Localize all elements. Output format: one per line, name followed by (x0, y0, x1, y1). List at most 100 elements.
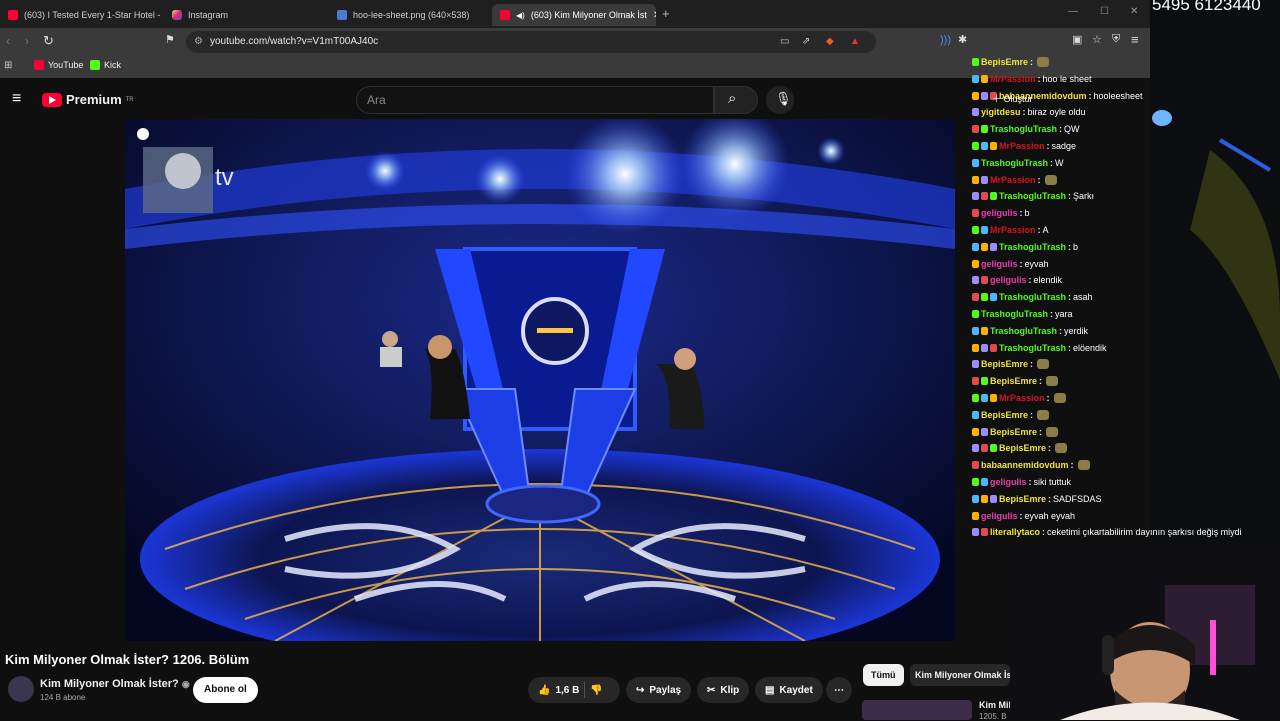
cast-icon[interactable]: ▭ (780, 31, 789, 53)
chat-message: MrPassion: hoo le sheet (972, 71, 1280, 87)
chat-username[interactable]: geligulis (981, 511, 1018, 521)
bookmark-icon[interactable]: ⚑ (165, 33, 175, 46)
chip-channel[interactable]: Kim Milyoner Olmak İst (910, 664, 1010, 686)
rewards-icon[interactable]: ▲ (850, 31, 860, 53)
chat-username[interactable]: geligulis (981, 208, 1018, 218)
chat-badge-icon (972, 192, 979, 201)
bookmark-kick[interactable]: Kick (90, 60, 121, 70)
bookmark-youtube[interactable]: YouTube (34, 60, 83, 70)
chat-username[interactable]: TrashogluTrash (999, 242, 1066, 252)
share-icon[interactable]: ⇗ (802, 31, 810, 53)
more-icon: ⋯ (834, 684, 844, 696)
reload-icon[interactable]: ↻ (43, 33, 54, 49)
channel-name[interactable]: Kim Milyoner Olmak İster? ◉ (40, 678, 190, 690)
chat-message: geligulis: eyvah eyvah (972, 508, 1280, 524)
chat-badge-icon (981, 125, 988, 134)
like-icon[interactable]: 👍 (538, 685, 550, 696)
site-info-icon[interactable]: ⚙ (194, 31, 203, 53)
chat-username[interactable]: babaannemidovdum (981, 460, 1069, 470)
chat-username[interactable]: TrashogluTrash (999, 343, 1066, 353)
clip-button[interactable]: ✂ Klip (697, 677, 750, 703)
chat-separator: : (1050, 309, 1054, 319)
overlay-number: 5495 6123440 (1152, 0, 1261, 14)
youtube-premium-logo[interactable]: Premium TR (42, 92, 134, 107)
apps-icon[interactable]: ⊞ (4, 60, 12, 71)
search-button[interactable]: ⌕ (714, 86, 758, 114)
minimize-icon[interactable]: — (1068, 6, 1078, 17)
like-count[interactable]: 1,6 B (555, 685, 579, 696)
more-actions-button[interactable]: ⋯ (826, 677, 852, 703)
share-arrow-icon: ↪ (636, 684, 645, 696)
dislike-icon[interactable]: 👎 (590, 685, 602, 696)
chat-username[interactable]: TrashogluTrash (981, 158, 1048, 168)
url-field[interactable]: ⚙ youtube.com/watch?v=V1mT00AJ40c ▭ ⇗ ◆ … (186, 31, 876, 53)
forward-icon[interactable]: › (25, 34, 29, 48)
extension-icon[interactable]: ))) (940, 34, 951, 46)
maximize-icon[interactable]: ☐ (1100, 6, 1109, 17)
chat-username[interactable]: geligulis (981, 259, 1018, 269)
brave-shield-icon[interactable]: ◆ (826, 31, 834, 53)
save-button[interactable]: ▤ Kaydet (755, 677, 823, 703)
new-tab-icon[interactable]: + (662, 6, 670, 21)
tab-image[interactable]: hoo-lee-sheet.png (640×538) (329, 4, 489, 26)
chat-badge-icon (972, 360, 979, 369)
tab-kim-milyoner[interactable]: ◀) (603) Kim Milyoner Olmak İst ✕ (492, 4, 656, 26)
chat-username[interactable]: BepisEmre (981, 57, 1028, 67)
chat-username[interactable]: TrashogluTrash (990, 326, 1057, 336)
chat-badge-icon (972, 142, 979, 150)
back-icon[interactable]: ‹ (6, 34, 10, 48)
chat-badge-icon (972, 494, 979, 503)
chat-badge-icon (972, 108, 979, 117)
chat-username[interactable]: BepisEmre (981, 410, 1028, 420)
recommended-title[interactable]: Kim Mil (979, 700, 1011, 710)
search-input[interactable]: Ara (356, 86, 714, 114)
chip-all[interactable]: Tümü (863, 664, 904, 686)
chat-text: ceketimi çıkartabilirim dayının şarkısı … (1047, 527, 1242, 538)
share-button[interactable]: ↪ Paylaş (626, 677, 692, 703)
create-label: Oluştur (1003, 94, 1033, 104)
chat-username[interactable]: MrPassion (999, 393, 1045, 403)
chat-username[interactable]: MrPassion (990, 74, 1036, 84)
chat-separator: : (1030, 359, 1034, 370)
recommended-thumbnail[interactable] (862, 700, 972, 720)
chat-username[interactable]: TrashogluTrash (990, 124, 1057, 134)
chat-username[interactable]: BepisEmre (981, 359, 1028, 369)
chat-username[interactable]: BepisEmre (990, 376, 1037, 386)
chat-badge-icon (972, 343, 979, 352)
chat-badge-icon (990, 293, 997, 302)
chat-username[interactable]: BepisEmre (999, 494, 1046, 504)
chat-badge-icon (972, 158, 979, 167)
chat-badge-icon (981, 444, 988, 453)
chat-username[interactable]: TrashogluTrash (999, 191, 1066, 201)
chat-username[interactable]: geligulis (990, 477, 1027, 487)
close-tab-icon[interactable]: ✕ (653, 10, 656, 21)
chat-separator: : (1037, 225, 1041, 235)
chat-username[interactable]: BepisEmre (990, 427, 1037, 437)
chat-separator: : (1070, 460, 1074, 471)
create-button[interactable]: ＋ Oluştur (992, 92, 1033, 105)
tab-hotel-video[interactable]: (603) I Tested Every 1-Star Hotel - Yo (0, 4, 160, 26)
logo-country: TR (125, 96, 134, 103)
tab-label: (603) Kim Milyoner Olmak İst (530, 10, 647, 20)
chat-username[interactable]: TrashogluTrash (999, 292, 1066, 302)
chat-username[interactable]: TrashogluTrash (981, 309, 1048, 319)
subscribe-button[interactable]: Abone ol (193, 677, 258, 703)
tab-instagram[interactable]: Instagram (164, 4, 329, 26)
chat-username[interactable]: MrPassion (990, 175, 1036, 185)
hamburger-menu-icon[interactable]: ≡ (12, 90, 21, 108)
chat-badge-icon (981, 192, 988, 201)
chat-username[interactable]: MrPassion (990, 225, 1036, 235)
close-window-icon[interactable]: ✕ (1130, 6, 1138, 17)
chat-username[interactable]: MrPassion (999, 141, 1045, 151)
chat-username[interactable]: yigitdesu (981, 107, 1021, 117)
chat-badge-icon (981, 494, 988, 503)
chat-badge-icon (981, 276, 988, 285)
voice-search-button[interactable]: 🎙 (766, 86, 794, 114)
chat-username[interactable]: geligulis (990, 275, 1027, 285)
channel-avatar[interactable] (8, 676, 34, 702)
chat-username[interactable]: literallytaco (990, 527, 1040, 537)
chat-badge-icon (972, 377, 979, 386)
chat-overlay: BepisEmre: MrPassion: hoo le sheet babaanne… (966, 42, 1242, 552)
chat-username[interactable]: BepisEmre (999, 443, 1046, 453)
video-player[interactable]: tv (125, 119, 955, 641)
